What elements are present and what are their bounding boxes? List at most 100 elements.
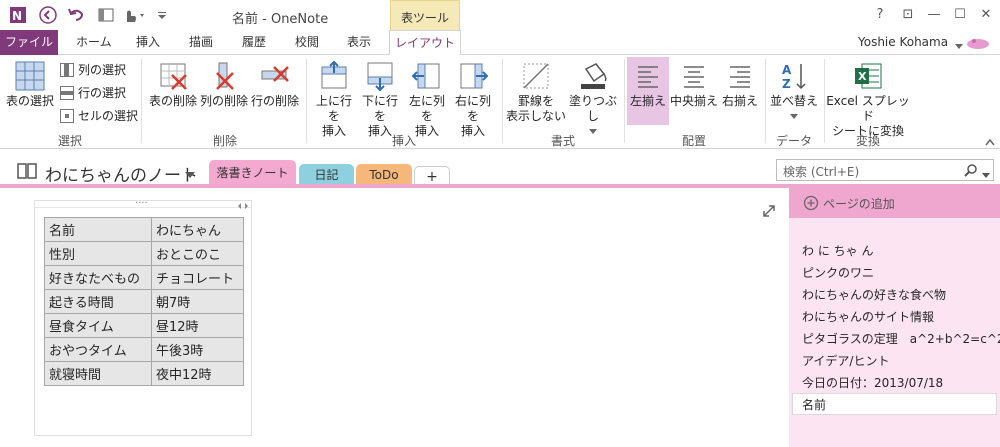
select-row-button[interactable]: 行の選択 xyxy=(60,84,126,101)
search-input[interactable]: 検索 (Ctrl+E) xyxy=(783,163,859,180)
align-left-button[interactable]: 左揃え xyxy=(627,57,669,125)
tab-layout[interactable]: レイアウト xyxy=(389,30,461,56)
search-scope-dropdown-icon[interactable] xyxy=(982,168,990,182)
resize-handle-icon[interactable] xyxy=(238,199,248,213)
page-list-item[interactable]: 今日の日付：2013/07/18 xyxy=(802,374,943,391)
table-cell-label[interactable]: 起きる時間 xyxy=(44,289,152,314)
tab-insert[interactable]: 挿入 xyxy=(136,30,160,55)
move-handle-icon[interactable]: ···· xyxy=(135,198,148,209)
table-cell-value[interactable]: 午後3時 xyxy=(151,337,244,362)
table-cell-label[interactable]: 名前 xyxy=(44,217,152,242)
account-dropdown-icon[interactable] xyxy=(955,39,963,53)
select-cell-button[interactable]: セルの選択 xyxy=(60,107,138,124)
table-cell-value[interactable]: チョコレート xyxy=(151,265,244,290)
tab-draw[interactable]: 描画 xyxy=(189,30,213,55)
table-row[interactable]: おやつタイム 午後3時 xyxy=(44,337,244,362)
insert-right-icon xyxy=(460,63,488,89)
delete-rows-button[interactable]: 行の削除 xyxy=(250,61,300,109)
table-row[interactable]: 好きなたべもの チョコレート xyxy=(44,265,244,290)
select-row-label: 行の選択 xyxy=(78,86,127,100)
page-list-item[interactable]: わ に ちゃ ん xyxy=(802,242,873,259)
shading-button[interactable]: 塗りつぶし xyxy=(566,61,620,139)
table-cell-label[interactable]: おやつタイム xyxy=(44,337,152,362)
collapse-ribbon-icon[interactable] xyxy=(985,135,995,149)
table-cell-label[interactable]: 昼食タイム xyxy=(44,313,152,338)
tab-file[interactable]: ファイル xyxy=(0,30,58,55)
notebook-dropdown-icon[interactable] xyxy=(185,168,195,182)
table-row[interactable]: 性別 おとこのこ xyxy=(44,241,244,266)
notebook-title[interactable]: わにちゃんのノート xyxy=(45,161,198,186)
insert-right-line2: 挿入 xyxy=(460,124,485,138)
notebook-icon xyxy=(16,162,38,183)
touch-mode-icon[interactable] xyxy=(120,6,148,24)
help-button[interactable]: ? xyxy=(868,6,892,24)
search-icon[interactable] xyxy=(963,163,979,180)
insert-row-above-button[interactable]: 上に行を 挿入 xyxy=(311,61,357,139)
table-cell-label[interactable]: 性別 xyxy=(44,241,152,266)
page-list-item[interactable]: 名前 xyxy=(802,396,826,413)
undo-icon[interactable] xyxy=(66,6,86,24)
add-page-button[interactable]: ページの追加 xyxy=(789,188,1000,218)
delete-table-icon xyxy=(160,63,187,90)
table-row[interactable]: 就寝時間 夜中12時 xyxy=(44,361,244,386)
expand-icon[interactable] xyxy=(762,204,776,221)
page-list-item[interactable]: ピタゴラスの定理 a^2+b^2=c^2 xyxy=(802,330,1000,347)
row-select-icon xyxy=(60,85,74,100)
tab-history[interactable]: 履歴 xyxy=(242,30,266,55)
insert-column-right-button[interactable]: 右に列を 挿入 xyxy=(450,61,496,139)
table-cell-value[interactable]: おとこのこ xyxy=(151,241,244,266)
align-right-button[interactable]: 右揃え xyxy=(718,61,762,109)
table-cell-value[interactable]: 夜中12時 xyxy=(151,361,244,386)
minimize-button[interactable]: — xyxy=(922,6,946,24)
hide-borders-line1: 罫線を xyxy=(517,94,554,108)
tab-home[interactable]: ホーム xyxy=(76,30,112,55)
tab-view[interactable]: 表示 xyxy=(347,30,371,55)
align-center-button[interactable]: 中央揃え xyxy=(670,61,718,109)
insert-above-line2: 挿入 xyxy=(321,124,346,138)
add-page-label: ページの追加 xyxy=(823,197,895,211)
select-table-button[interactable]: 表の選択 xyxy=(6,61,54,109)
maximize-button[interactable]: ☐ xyxy=(948,6,972,24)
back-icon[interactable] xyxy=(38,6,58,24)
page-list-item[interactable]: わにちゃんのサイト情報 xyxy=(802,308,934,325)
group-separator xyxy=(824,59,825,143)
table-row[interactable]: 昼食タイム 昼12時 xyxy=(44,313,244,338)
hide-borders-button[interactable]: 罫線を 表示しない xyxy=(505,61,567,124)
sort-dropdown-icon[interactable] xyxy=(790,114,798,120)
onenote-logo-icon: N xyxy=(8,6,28,24)
table-cell-label[interactable]: 好きなたべもの xyxy=(44,265,152,290)
table-cell-value[interactable]: 昼12時 xyxy=(151,313,244,338)
select-column-button[interactable]: 列の選択 xyxy=(60,61,126,78)
page-canvas[interactable]: ···· 名前 わにちゃん 性別 おとこのこ 好きなたべもの チョコレート 起きる時間 朝7時… xyxy=(0,188,789,447)
insert-right-line1: 右に列を xyxy=(454,94,491,123)
section-tab-rakugaki[interactable]: 落書きノート xyxy=(209,160,296,187)
dock-to-desktop-icon[interactable] xyxy=(96,6,116,24)
table-cell-value[interactable]: 朝7時 xyxy=(151,289,244,314)
insert-row-below-button[interactable]: 下に行を 挿入 xyxy=(357,61,403,139)
page-list-item[interactable]: アイデア/ヒント xyxy=(802,352,889,369)
delete-table-button[interactable]: 表の削除 xyxy=(148,61,198,109)
data-table[interactable]: 名前 わにちゃん 性別 おとこのこ 好きなたべもの チョコレート 起きる時間 朝7時 昼食タイム… xyxy=(44,217,244,386)
hide-borders-line2: 表示しない xyxy=(505,109,566,123)
container-handle[interactable]: ···· xyxy=(35,198,251,209)
align-center-label: 中央揃え xyxy=(670,94,719,108)
page-list-item[interactable]: わにちゃんの好きな食べ物 xyxy=(802,286,946,303)
table-row[interactable]: 起きる時間 朝7時 xyxy=(44,289,244,314)
close-button[interactable]: ✕ xyxy=(974,6,998,24)
delete-columns-button[interactable]: 列の削除 xyxy=(199,61,249,109)
search-box[interactable]: 検索 (Ctrl+E) xyxy=(776,159,994,181)
sort-button[interactable]: AZ 並べ替え xyxy=(768,61,820,124)
ribbon-display-options-button[interactable]: ⊡ xyxy=(896,6,920,24)
table-cell-value[interactable]: わにちゃん xyxy=(151,217,244,242)
customize-qat-icon[interactable] xyxy=(156,6,168,24)
convert-to-excel-button[interactable]: X Excel スプレッド シートに変換 xyxy=(826,61,910,139)
note-container[interactable]: ···· 名前 わにちゃん 性別 おとこのこ 好きなたべもの チョコレート 起きる時間 朝7時… xyxy=(34,198,252,436)
group-separator xyxy=(141,59,142,143)
avatar[interactable] xyxy=(966,36,990,53)
table-row[interactable]: 名前 わにちゃん xyxy=(44,217,244,242)
insert-column-left-button[interactable]: 左に列を 挿入 xyxy=(404,61,450,139)
page-list-item[interactable]: ピンクのワニ xyxy=(802,264,874,281)
tab-review[interactable]: 校閲 xyxy=(295,30,319,55)
user-account[interactable]: Yoshie Kohama xyxy=(858,35,948,49)
table-cell-label[interactable]: 就寝時間 xyxy=(44,361,152,386)
